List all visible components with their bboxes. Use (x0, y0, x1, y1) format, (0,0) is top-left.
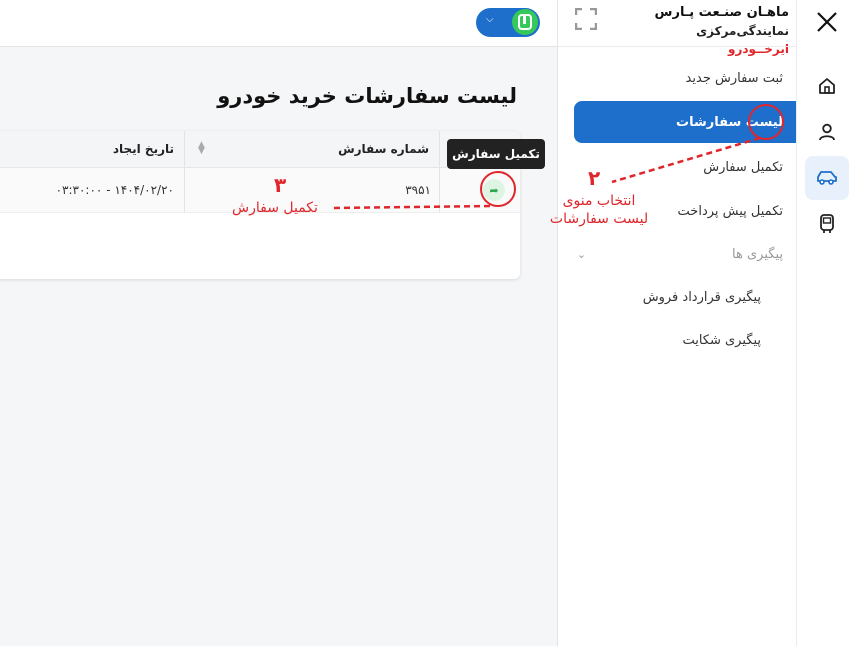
user-menu-button[interactable]: ⌵ (476, 8, 540, 37)
brand: ماهـان صنـعت پـارس نمایندگی‌مرکزی ایرخــ… (649, 4, 789, 58)
cell-order-number: ۳۹۵۱ (405, 183, 431, 197)
home-icon[interactable] (805, 64, 849, 108)
table-header: شماره سفارش ▲ ▼ تاریخ ایجاد (0, 131, 520, 168)
top-bar: ⌵ (0, 0, 557, 47)
car-icon[interactable] (805, 156, 849, 200)
sidebar: ماهـان صنـعت پـارس نمایندگی‌مرکزی ایرخــ… (557, 0, 797, 646)
column-header-created-date[interactable]: تاریخ ایجاد (113, 131, 174, 167)
page-title: لیست سفارشات خرید خودرو (217, 84, 517, 108)
sidebar-item-label: پیگیری قرارداد فروش (642, 289, 761, 305)
sidebar-item-contract-followup[interactable]: پیگیری قرارداد فروش (643, 276, 761, 318)
complete-order-icon[interactable]: ➦ (483, 179, 505, 201)
sidebar-item-order-list[interactable]: لیست سفارشات (574, 101, 797, 143)
sidebar-item-label: پیگیری ها (732, 246, 783, 262)
icon-rail (796, 0, 852, 646)
sidebar-item-new-order[interactable]: ثبت سفارش جدید (686, 57, 783, 99)
sidebar-item-label: پیگیری شکایت (682, 332, 761, 348)
annotation-step-2-text: انتخاب منوی لیست سفارشات (545, 192, 653, 228)
sidebar-item-label: ثبت سفارش جدید (685, 70, 783, 86)
annotation-step-3-number: ۳ (274, 173, 287, 197)
column-divider (439, 131, 440, 167)
tooltip: تکمیل سفارش (447, 139, 545, 169)
user-avatar (512, 9, 538, 35)
brand-subtitle-prefix: نمایندگی‌مرکزی (696, 24, 789, 38)
cell-created-date: ۱۴۰۴/۰۲/۲۰ - ۰۳:۳۰:۰۰ (55, 183, 174, 197)
brand-logo-icon (518, 14, 532, 30)
annotation-step-2-number: ۲ (588, 166, 601, 190)
chevron-down-icon[interactable]: ⌄ (572, 248, 586, 262)
sidebar-item-complete-order[interactable]: تکمیل سفارش (703, 146, 783, 188)
sidebar-divider (558, 46, 797, 47)
sidebar-item-label: لیست سفارشات (676, 114, 783, 130)
sidebar-item-complaint-followup[interactable]: پیگیری شکایت (682, 319, 761, 361)
chevron-down-icon: ⌵ (486, 14, 494, 25)
column-divider (184, 168, 185, 212)
annotation-step-3-text: تکمیل سفارش (232, 200, 318, 216)
column-divider (184, 131, 185, 167)
sidebar-item-label: تکمیل سفارش (703, 159, 783, 175)
column-header-order-number[interactable]: شماره سفارش (338, 131, 429, 167)
brand-name: ماهـان صنـعت پـارس (654, 5, 789, 20)
fullscreen-icon[interactable] (575, 8, 597, 30)
brand-subtitle: نمایندگی‌مرکزی ایرخــودرو (649, 22, 789, 58)
bus-icon[interactable] (805, 202, 849, 246)
annotation-step-2-line1: انتخاب منوی (562, 193, 636, 209)
brand-logo-text: ایرخــودرو (728, 42, 789, 56)
column-divider (439, 168, 440, 212)
sidebar-group-followups[interactable]: پیگیری ها (732, 233, 783, 275)
close-icon[interactable] (813, 8, 841, 36)
sidebar-item-complete-prepayment[interactable]: تکمیل پیش پرداخت (678, 190, 783, 232)
annotation-step-2-line2: لیست سفارشات (549, 211, 649, 227)
sort-icon[interactable]: ▲ ▼ (198, 141, 205, 156)
sidebar-item-label: تکمیل پیش پرداخت (677, 203, 783, 219)
user-icon[interactable] (805, 110, 849, 154)
